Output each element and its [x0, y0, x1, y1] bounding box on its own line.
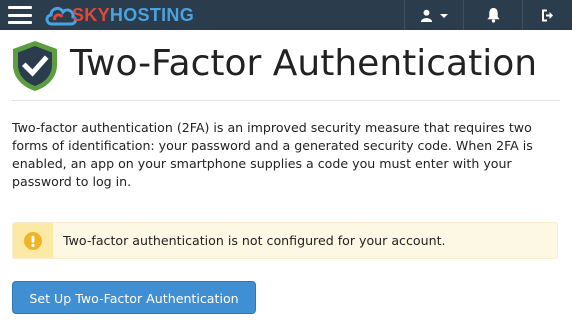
- shield-check-icon: [13, 41, 57, 91]
- bell-icon: [486, 7, 500, 23]
- logout-button[interactable]: [522, 0, 572, 30]
- notifications-button[interactable]: [463, 0, 522, 30]
- alert-message: Two-factor authentication is not configu…: [63, 233, 446, 248]
- user-icon: [420, 9, 433, 22]
- logout-icon: [542, 9, 553, 21]
- page-header: Two-Factor Authentication: [12, 40, 560, 101]
- alert-icon-box: [13, 223, 53, 258]
- description-text: Two-factor authentication (2FA) is an im…: [12, 120, 533, 189]
- logo-wordmark: SKYHOSTING: [72, 4, 195, 25]
- skyhosting-logo[interactable]: SKYHOSTING: [44, 2, 194, 28]
- setup-2fa-button[interactable]: Set Up Two-Factor Authentication: [12, 281, 256, 314]
- top-navigation-bar: SKYHOSTING: [0, 0, 572, 30]
- hamburger-menu-icon[interactable]: [8, 6, 32, 24]
- exclamation-circle-icon: [24, 231, 42, 250]
- chevron-down-icon: [440, 14, 448, 18]
- page-title: Two-Factor Authentication: [70, 43, 538, 84]
- warning-alert: Two-factor authentication is not configu…: [12, 222, 558, 259]
- user-menu-button[interactable]: [404, 0, 463, 30]
